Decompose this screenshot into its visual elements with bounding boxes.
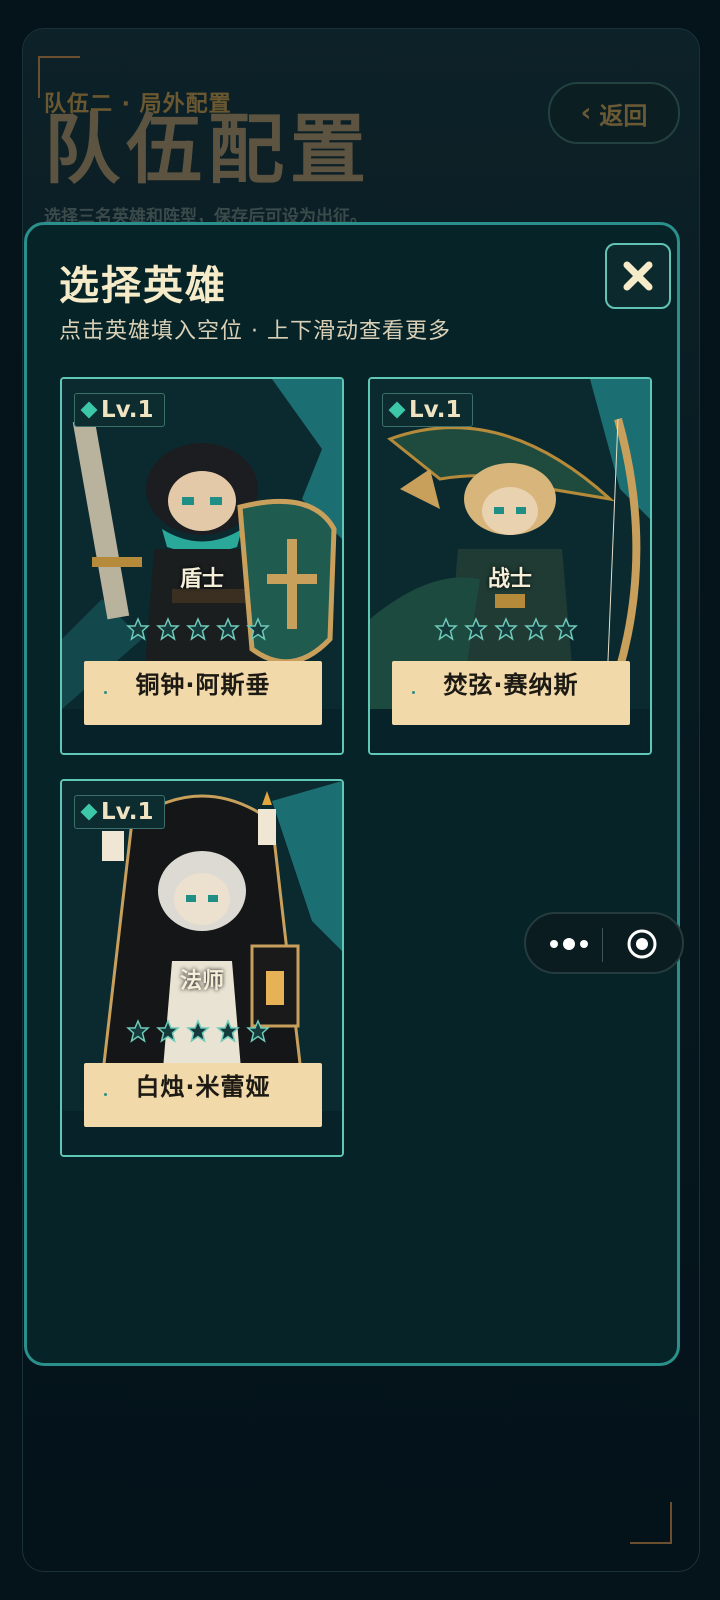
target-icon[interactable]	[626, 928, 658, 960]
star-icon	[126, 1019, 150, 1043]
star-icon	[494, 617, 518, 641]
star-icon	[156, 617, 180, 641]
capsule-divider	[602, 928, 603, 962]
level-label: Lv.1	[101, 799, 154, 825]
hero-name-bar: 白烛·米蕾娅	[84, 1063, 322, 1127]
hero-role: 盾士	[179, 567, 224, 592]
star-icon	[246, 1019, 270, 1043]
star-rating	[126, 617, 270, 641]
star-rating	[126, 1019, 270, 1043]
star-icon	[186, 617, 210, 641]
hero-name: 铜钟·阿斯垂	[135, 671, 271, 699]
more-dots-icon[interactable]	[544, 930, 594, 958]
star-rating	[434, 617, 578, 641]
chevron-left-icon: ‹	[580, 98, 592, 128]
modal-subtitle: 点击英雄填入空位 · 上下滑动查看更多	[59, 319, 451, 344]
hero-role: 法师	[179, 969, 224, 994]
star-icon	[246, 617, 270, 641]
diamond-icon	[80, 401, 98, 419]
hero-card[interactable]: Lv.1 法师 白烛·米蕾娅	[60, 779, 344, 1157]
diamond-icon	[80, 803, 98, 821]
star-icon	[524, 617, 548, 641]
hero-name-bar: 焚弦·赛纳斯	[392, 661, 630, 725]
hero-name: 白烛·米蕾娅	[135, 1073, 271, 1101]
back-button-label: 返回	[599, 101, 648, 130]
hero-card[interactable]: Lv.1 盾士 铜钟·阿斯垂	[60, 377, 344, 755]
corner-decoration-bottom-right	[630, 1502, 672, 1544]
hero-name: 焚弦·赛纳斯	[443, 671, 579, 699]
level-badge: Lv.1	[74, 393, 165, 427]
hero-role: 战士	[487, 567, 532, 592]
level-badge: Lv.1	[382, 393, 473, 427]
close-button[interactable]	[605, 243, 671, 309]
close-icon	[623, 261, 653, 291]
star-icon	[216, 1019, 240, 1043]
star-icon	[156, 1019, 180, 1043]
hero-name-bar: 铜钟·阿斯垂	[84, 661, 322, 725]
diamond-icon	[388, 401, 406, 419]
back-button[interactable]: ‹ 返回	[548, 82, 680, 144]
hero-card[interactable]: Lv.1 战士 焚弦·赛纳斯	[368, 377, 652, 755]
star-icon	[216, 617, 240, 641]
modal-title: 选择英雄	[59, 263, 227, 309]
star-icon	[186, 1019, 210, 1043]
hero-select-modal: 选择英雄 点击英雄填入空位 · 上下滑动查看更多 Lv.1 盾士 铜钟·阿斯垂 …	[24, 222, 680, 1366]
star-icon	[434, 617, 458, 641]
star-icon	[464, 617, 488, 641]
level-label: Lv.1	[409, 397, 462, 423]
page-title: 队伍配置	[44, 105, 372, 194]
star-icon	[126, 617, 150, 641]
mini-program-capsule	[524, 912, 684, 974]
level-badge: Lv.1	[74, 795, 165, 829]
star-icon	[554, 617, 578, 641]
level-label: Lv.1	[101, 397, 154, 423]
